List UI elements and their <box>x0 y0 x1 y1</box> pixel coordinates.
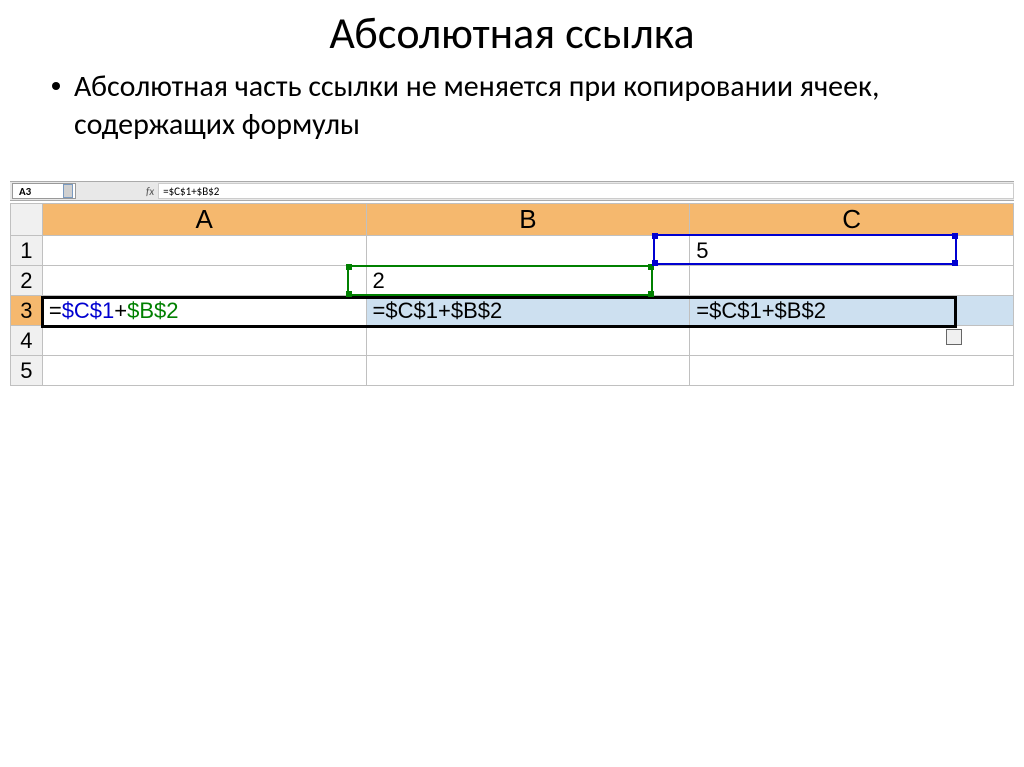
cell-c2[interactable] <box>690 266 1014 296</box>
formula-text: =$C$1+$B$2 <box>163 185 219 198</box>
cell-b5[interactable] <box>366 356 690 386</box>
formula-plus: + <box>114 298 127 323</box>
col-header-c[interactable]: C <box>690 204 1014 236</box>
spreadsheet-screenshot: A3 fx =$C$1+$B$2 A B C 1 5 <box>10 181 1014 386</box>
cell-c3[interactable]: =$C$1+$B$2 <box>690 296 1014 326</box>
name-box-value: A3 <box>19 185 31 198</box>
col-header-a[interactable]: A <box>42 204 366 236</box>
cell-b1[interactable] <box>366 236 690 266</box>
cell-a1[interactable] <box>42 236 366 266</box>
cell-c4[interactable] <box>690 326 1014 356</box>
row-header-1[interactable]: 1 <box>11 236 43 266</box>
formula-ref2: $B$2 <box>127 298 178 323</box>
name-box[interactable]: A3 <box>12 183 76 199</box>
cell-a4[interactable] <box>42 326 366 356</box>
formula-bar: A3 fx =$C$1+$B$2 <box>10 181 1014 201</box>
corner-cell[interactable] <box>11 204 43 236</box>
formula-ref1: $C$1 <box>62 298 115 323</box>
row-header-5[interactable]: 5 <box>11 356 43 386</box>
cell-b3[interactable]: =$C$1+$B$2 <box>366 296 690 326</box>
cell-c1[interactable]: 5 <box>690 236 1014 266</box>
row-header-3[interactable]: 3 <box>11 296 43 326</box>
col-header-b[interactable]: B <box>366 204 690 236</box>
bullet-item: Абсолютная часть ссылки не меняется при … <box>52 68 992 143</box>
cell-b2[interactable]: 2 <box>366 266 690 296</box>
fx-icon[interactable]: fx <box>146 185 154 198</box>
formula-eq: = <box>49 298 62 323</box>
cell-b4[interactable] <box>366 326 690 356</box>
cell-c5[interactable] <box>690 356 1014 386</box>
cell-a2[interactable] <box>42 266 366 296</box>
bullet-text: Абсолютная часть ссылки не меняется при … <box>74 68 992 143</box>
spreadsheet-grid[interactable]: A B C 1 5 2 2 3 <box>10 203 1014 386</box>
slide-title: Абсолютная ссылка <box>0 0 1024 68</box>
row-header-2[interactable]: 2 <box>11 266 43 296</box>
cell-a5[interactable] <box>42 356 366 386</box>
row-header-4[interactable]: 4 <box>11 326 43 356</box>
formula-input[interactable]: =$C$1+$B$2 <box>158 183 1014 199</box>
bullet-dot-icon <box>52 82 60 90</box>
cell-a3[interactable]: =$C$1+$B$2 <box>42 296 366 326</box>
dropdown-icon[interactable] <box>63 184 73 198</box>
